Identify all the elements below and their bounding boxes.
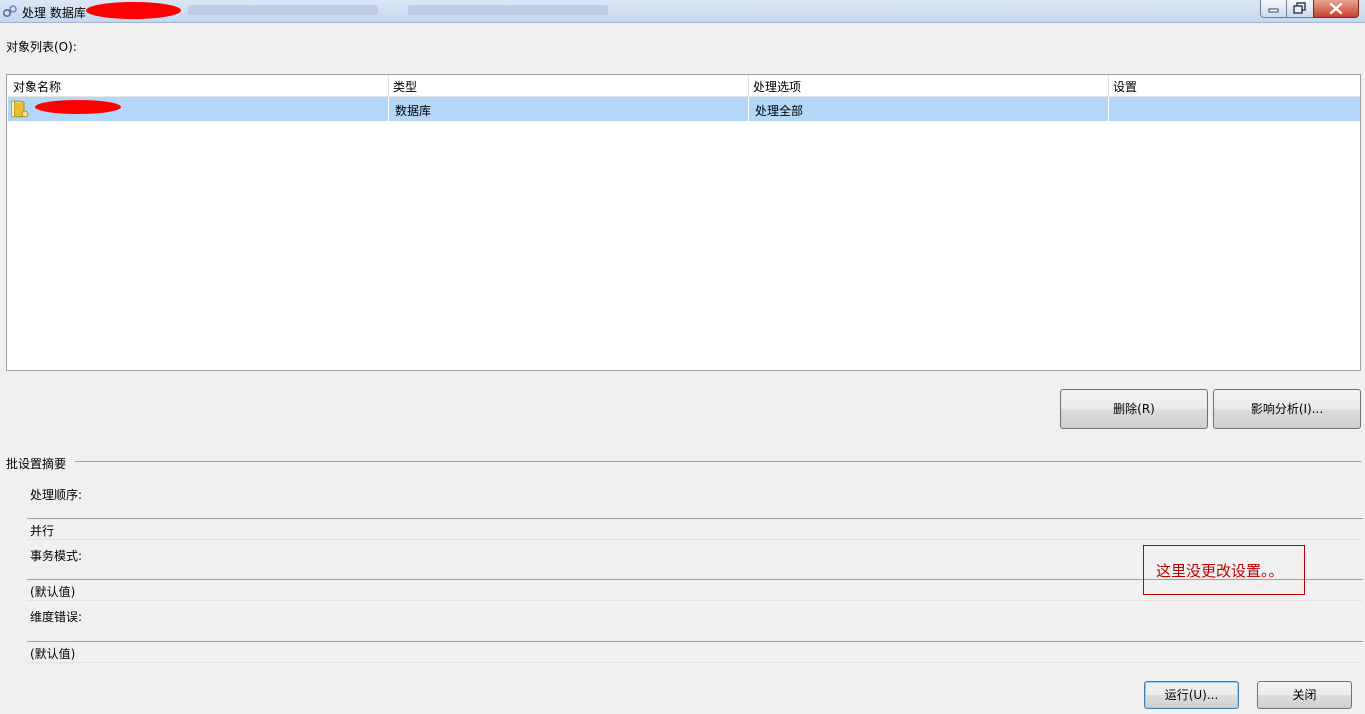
close-window-button[interactable] (1313, 0, 1359, 18)
process-gears-icon (2, 5, 17, 18)
database-icon (11, 100, 29, 118)
column-header-settings[interactable]: 设置 (1113, 78, 1137, 95)
dimension-errors-label: 维度错误: (30, 610, 83, 624)
row-separator (1108, 97, 1109, 121)
processing-order-field: 并行 (27, 519, 1363, 540)
batch-summary-heading: 批设置摘要 (6, 457, 67, 471)
run-button[interactable]: 运行(U)... (1144, 681, 1239, 709)
dimension-errors-value: (默认值) (30, 647, 76, 661)
row-separator (748, 97, 749, 121)
transaction-mode-label: 事务模式: (30, 549, 83, 563)
column-separator[interactable] (1108, 75, 1109, 96)
column-separator[interactable] (748, 75, 749, 96)
minimize-button[interactable] (1260, 0, 1287, 18)
restore-icon (1293, 2, 1306, 14)
row-separator (388, 97, 389, 121)
remove-button[interactable]: 删除(R) (1060, 389, 1208, 429)
grid-header: 对象名称 类型 处理选项 设置 (7, 75, 1360, 97)
processing-order-label: 处理顺序: (30, 488, 83, 502)
restore-button[interactable] (1286, 0, 1314, 18)
window-title: 处理 数据库 (22, 6, 86, 20)
column-header-type[interactable]: 类型 (393, 78, 417, 95)
impact-analysis-button[interactable]: 影响分析(I)... (1213, 389, 1361, 429)
background-tab-ghost (408, 5, 608, 15)
minimize-icon (1268, 8, 1279, 13)
processing-order-value: 并行 (30, 524, 55, 538)
column-separator[interactable] (388, 75, 389, 96)
cell-type: 数据库 (395, 104, 432, 118)
table-row[interactable]: 数据库 处理全部 (8, 97, 1360, 121)
close-icon (1329, 2, 1343, 15)
dimension-errors-field: (默认值) (27, 642, 1363, 663)
cell-process-option[interactable]: 处理全部 (755, 102, 803, 119)
annotation-note: 这里没更改设置。。 (1143, 545, 1305, 595)
object-list-grid[interactable]: 对象名称 类型 处理选项 设置 数据库 处理全部 (6, 74, 1361, 371)
object-list-label: 对象列表(O): (6, 40, 77, 54)
title-bar: 处理 数据库 (0, 0, 1365, 23)
transaction-mode-value: (默认值) (30, 585, 76, 599)
background-tab-ghost (188, 5, 378, 15)
redacted-object-name (35, 100, 121, 114)
section-divider (75, 461, 1361, 462)
column-header-process-option[interactable]: 处理选项 (753, 78, 801, 95)
redacted-title-suffix (86, 2, 181, 19)
column-header-name[interactable]: 对象名称 (13, 78, 61, 95)
close-button[interactable]: 关闭 (1257, 681, 1352, 709)
